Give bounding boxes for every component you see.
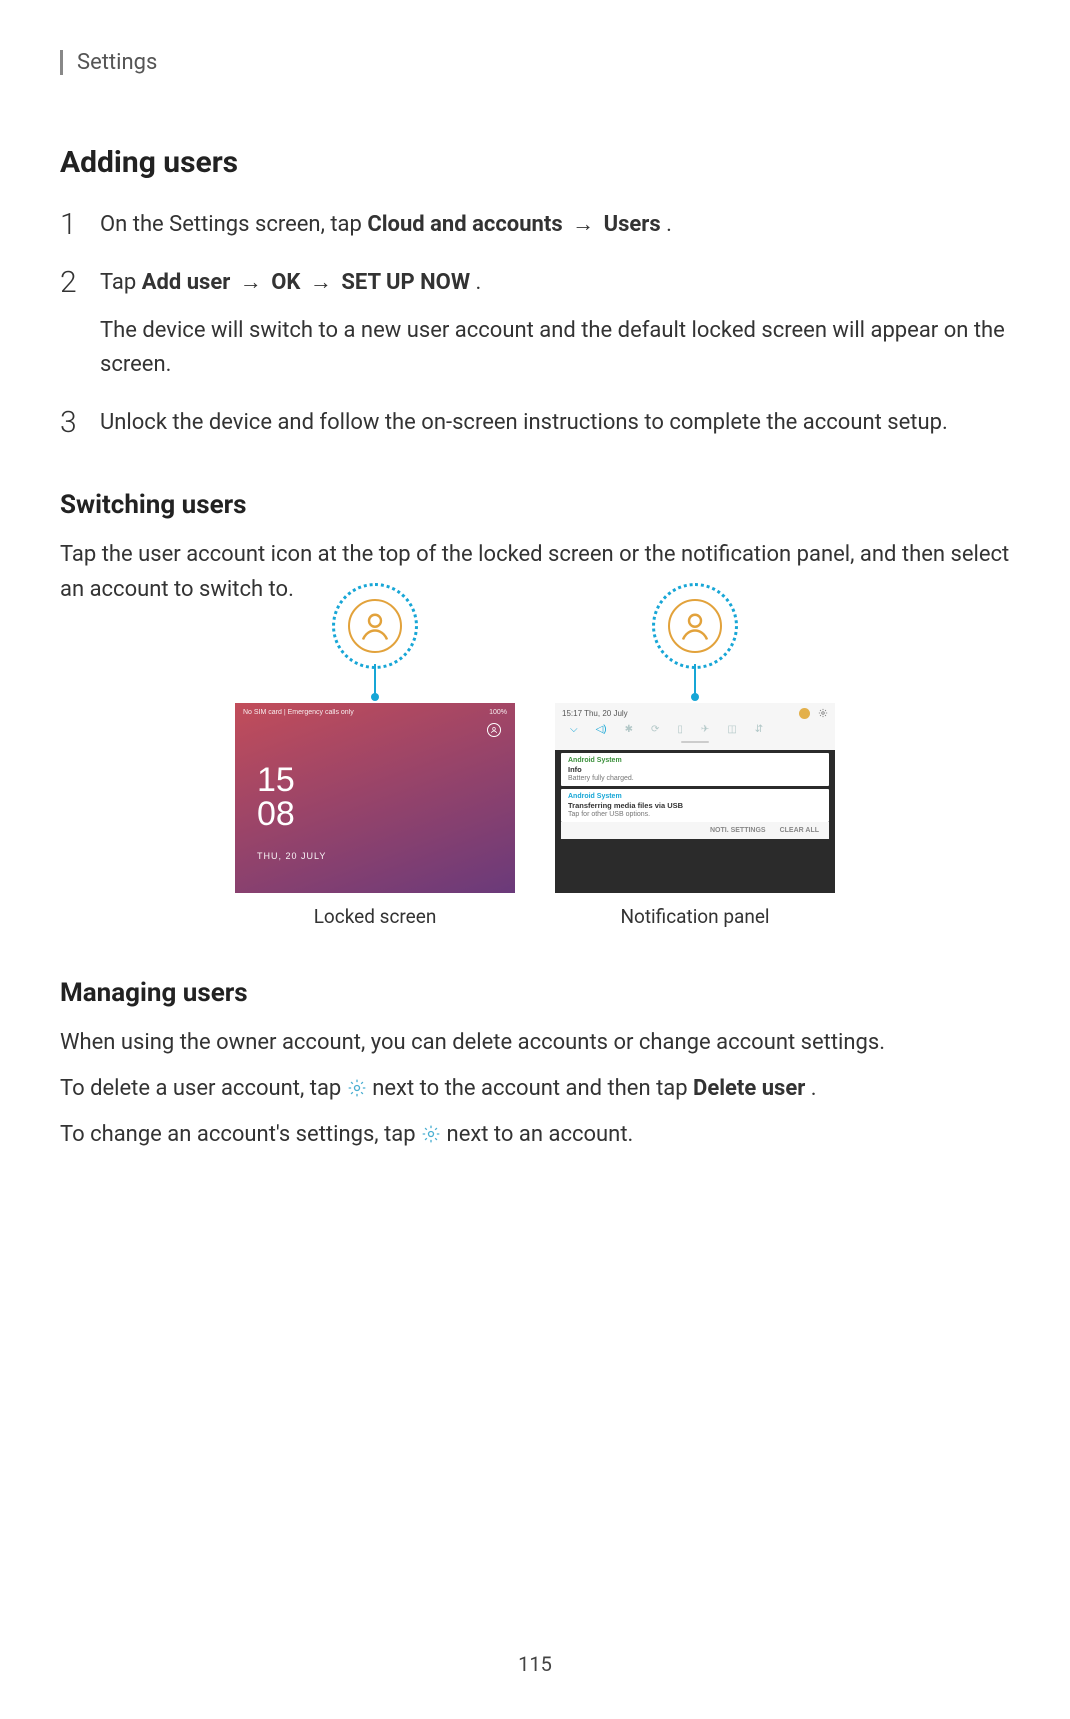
step-2: 2 Tap Add user → OK → SET UP NOW . The d… <box>60 266 1010 382</box>
figure-locked-screen: No SIM card | Emergency calls only 100% … <box>235 643 515 928</box>
step-1: 1 On the Settings screen, tap Cloud and … <box>60 208 1010 242</box>
step-body: Tap Add user → OK → SET UP NOW . The dev… <box>100 266 1010 382</box>
notification-panel-mock: 15:17 Thu, 20 July ⌵ ◁) <box>555 703 835 893</box>
step-body: Unlock the device and follow the on-scre… <box>100 406 1010 440</box>
arrow-icon: → <box>310 270 337 295</box>
text: To delete a user account, tap <box>60 1076 347 1101</box>
locked-screen-mock: No SIM card | Emergency calls only 100% … <box>235 703 515 893</box>
bold-text: Add user <box>142 270 231 295</box>
flashlight-icon: ▯ <box>677 724 683 735</box>
figures-row: No SIM card | Emergency calls only 100% … <box>60 643 1010 928</box>
gear-icon <box>421 1124 441 1144</box>
notif-time-date: 15:17 Thu, 20 July <box>562 709 628 718</box>
notification-card: Android System Transferring media files … <box>561 789 829 822</box>
step-body: On the Settings screen, tap Cloud and ac… <box>100 208 1010 242</box>
text: Tap <box>100 270 142 295</box>
power-icon: ◫ <box>727 724 736 735</box>
step-number: 1 <box>60 208 100 242</box>
lock-date: THU, 20 JULY <box>257 851 326 861</box>
header-bar: Settings <box>60 50 1010 75</box>
sync-icon: ⇵ <box>755 724 763 735</box>
drag-handle-icon <box>681 741 709 743</box>
notif-subtitle: Tap for other USB options. <box>568 811 822 818</box>
wifi-icon: ⌵ <box>570 724 578 735</box>
heading-managing-users: Managing users <box>60 978 1010 1008</box>
user-icon-callout <box>652 583 738 669</box>
status-right: 100% <box>489 709 507 716</box>
gear-icon <box>347 1078 367 1098</box>
bold-text: Delete user <box>693 1076 805 1101</box>
step-3: 3 Unlock the device and follow the on-sc… <box>60 406 1010 440</box>
clock-minute: 08 <box>257 797 295 831</box>
user-icon-callout <box>332 583 418 669</box>
text: . <box>666 212 672 237</box>
clock-hour: 15 <box>257 763 295 797</box>
notification-card: Android System Info Battery fully charge… <box>561 753 829 786</box>
bold-text: SET UP NOW <box>341 270 470 295</box>
bold-text: Cloud and accounts <box>367 212 562 237</box>
bold-text: Users <box>604 212 661 237</box>
notif-subtitle: Battery fully charged. <box>568 775 822 782</box>
arrow-icon: → <box>572 212 599 237</box>
quick-toggle-row: ⌵ ◁) ✱ ⟳ ▯ ✈ ◫ ⇵ <box>562 719 828 739</box>
managing-paragraph-3: To change an account's settings, tap nex… <box>60 1118 1010 1152</box>
user-avatar-small-icon <box>799 708 810 719</box>
gear-icon <box>818 708 828 718</box>
managing-paragraph-1: When using the owner account, you can de… <box>60 1026 1010 1060</box>
bluetooth-icon: ✱ <box>625 724 633 735</box>
caption-notif: Notification panel <box>620 905 769 928</box>
airplane-icon: ✈ <box>701 724 709 735</box>
sound-icon: ◁) <box>596 724 607 735</box>
user-avatar-small-icon <box>487 723 501 737</box>
step-number: 3 <box>60 406 100 440</box>
clear-all-button: CLEAR ALL <box>780 827 819 834</box>
user-avatar-icon <box>668 599 722 653</box>
text: . <box>476 270 482 295</box>
clock: 15 08 <box>257 763 295 831</box>
notif-title: Transferring media files via USB <box>568 801 822 810</box>
text: next to an account. <box>447 1122 634 1147</box>
notif-source: Android System <box>568 793 822 800</box>
status-left: No SIM card | Emergency calls only <box>243 709 354 716</box>
figure-notification-panel: 15:17 Thu, 20 July ⌵ ◁) <box>555 643 835 928</box>
noti-settings-button: NOTI. SETTINGS <box>710 827 766 834</box>
caption-locked: Locked screen <box>314 905 437 928</box>
user-avatar-icon <box>348 599 402 653</box>
notif-source: Android System <box>568 757 822 764</box>
step-number: 2 <box>60 266 100 382</box>
heading-switching-users: Switching users <box>60 490 1010 520</box>
text: On the Settings screen, tap <box>100 212 367 237</box>
notif-title: Info <box>568 765 822 774</box>
text: . <box>811 1076 817 1101</box>
heading-adding-users: Adding users <box>60 145 1010 180</box>
page-number: 115 <box>518 1652 552 1676</box>
managing-paragraph-2: To delete a user account, tap next to th… <box>60 1072 1010 1106</box>
arrow-icon: → <box>240 270 267 295</box>
page: Settings Adding users 1 On the Settings … <box>0 0 1070 1710</box>
header-title: Settings <box>77 50 157 75</box>
text: To change an account's settings, tap <box>60 1122 421 1147</box>
switching-paragraph: Tap the user account icon at the top of … <box>60 538 1010 606</box>
bold-text: OK <box>271 270 300 295</box>
rotate-icon: ⟳ <box>651 724 659 735</box>
notif-actions: NOTI. SETTINGS CLEAR ALL <box>561 822 829 839</box>
step-extra-text: The device will switch to a new user acc… <box>100 314 1010 382</box>
text: next to the account and then tap <box>372 1076 693 1101</box>
